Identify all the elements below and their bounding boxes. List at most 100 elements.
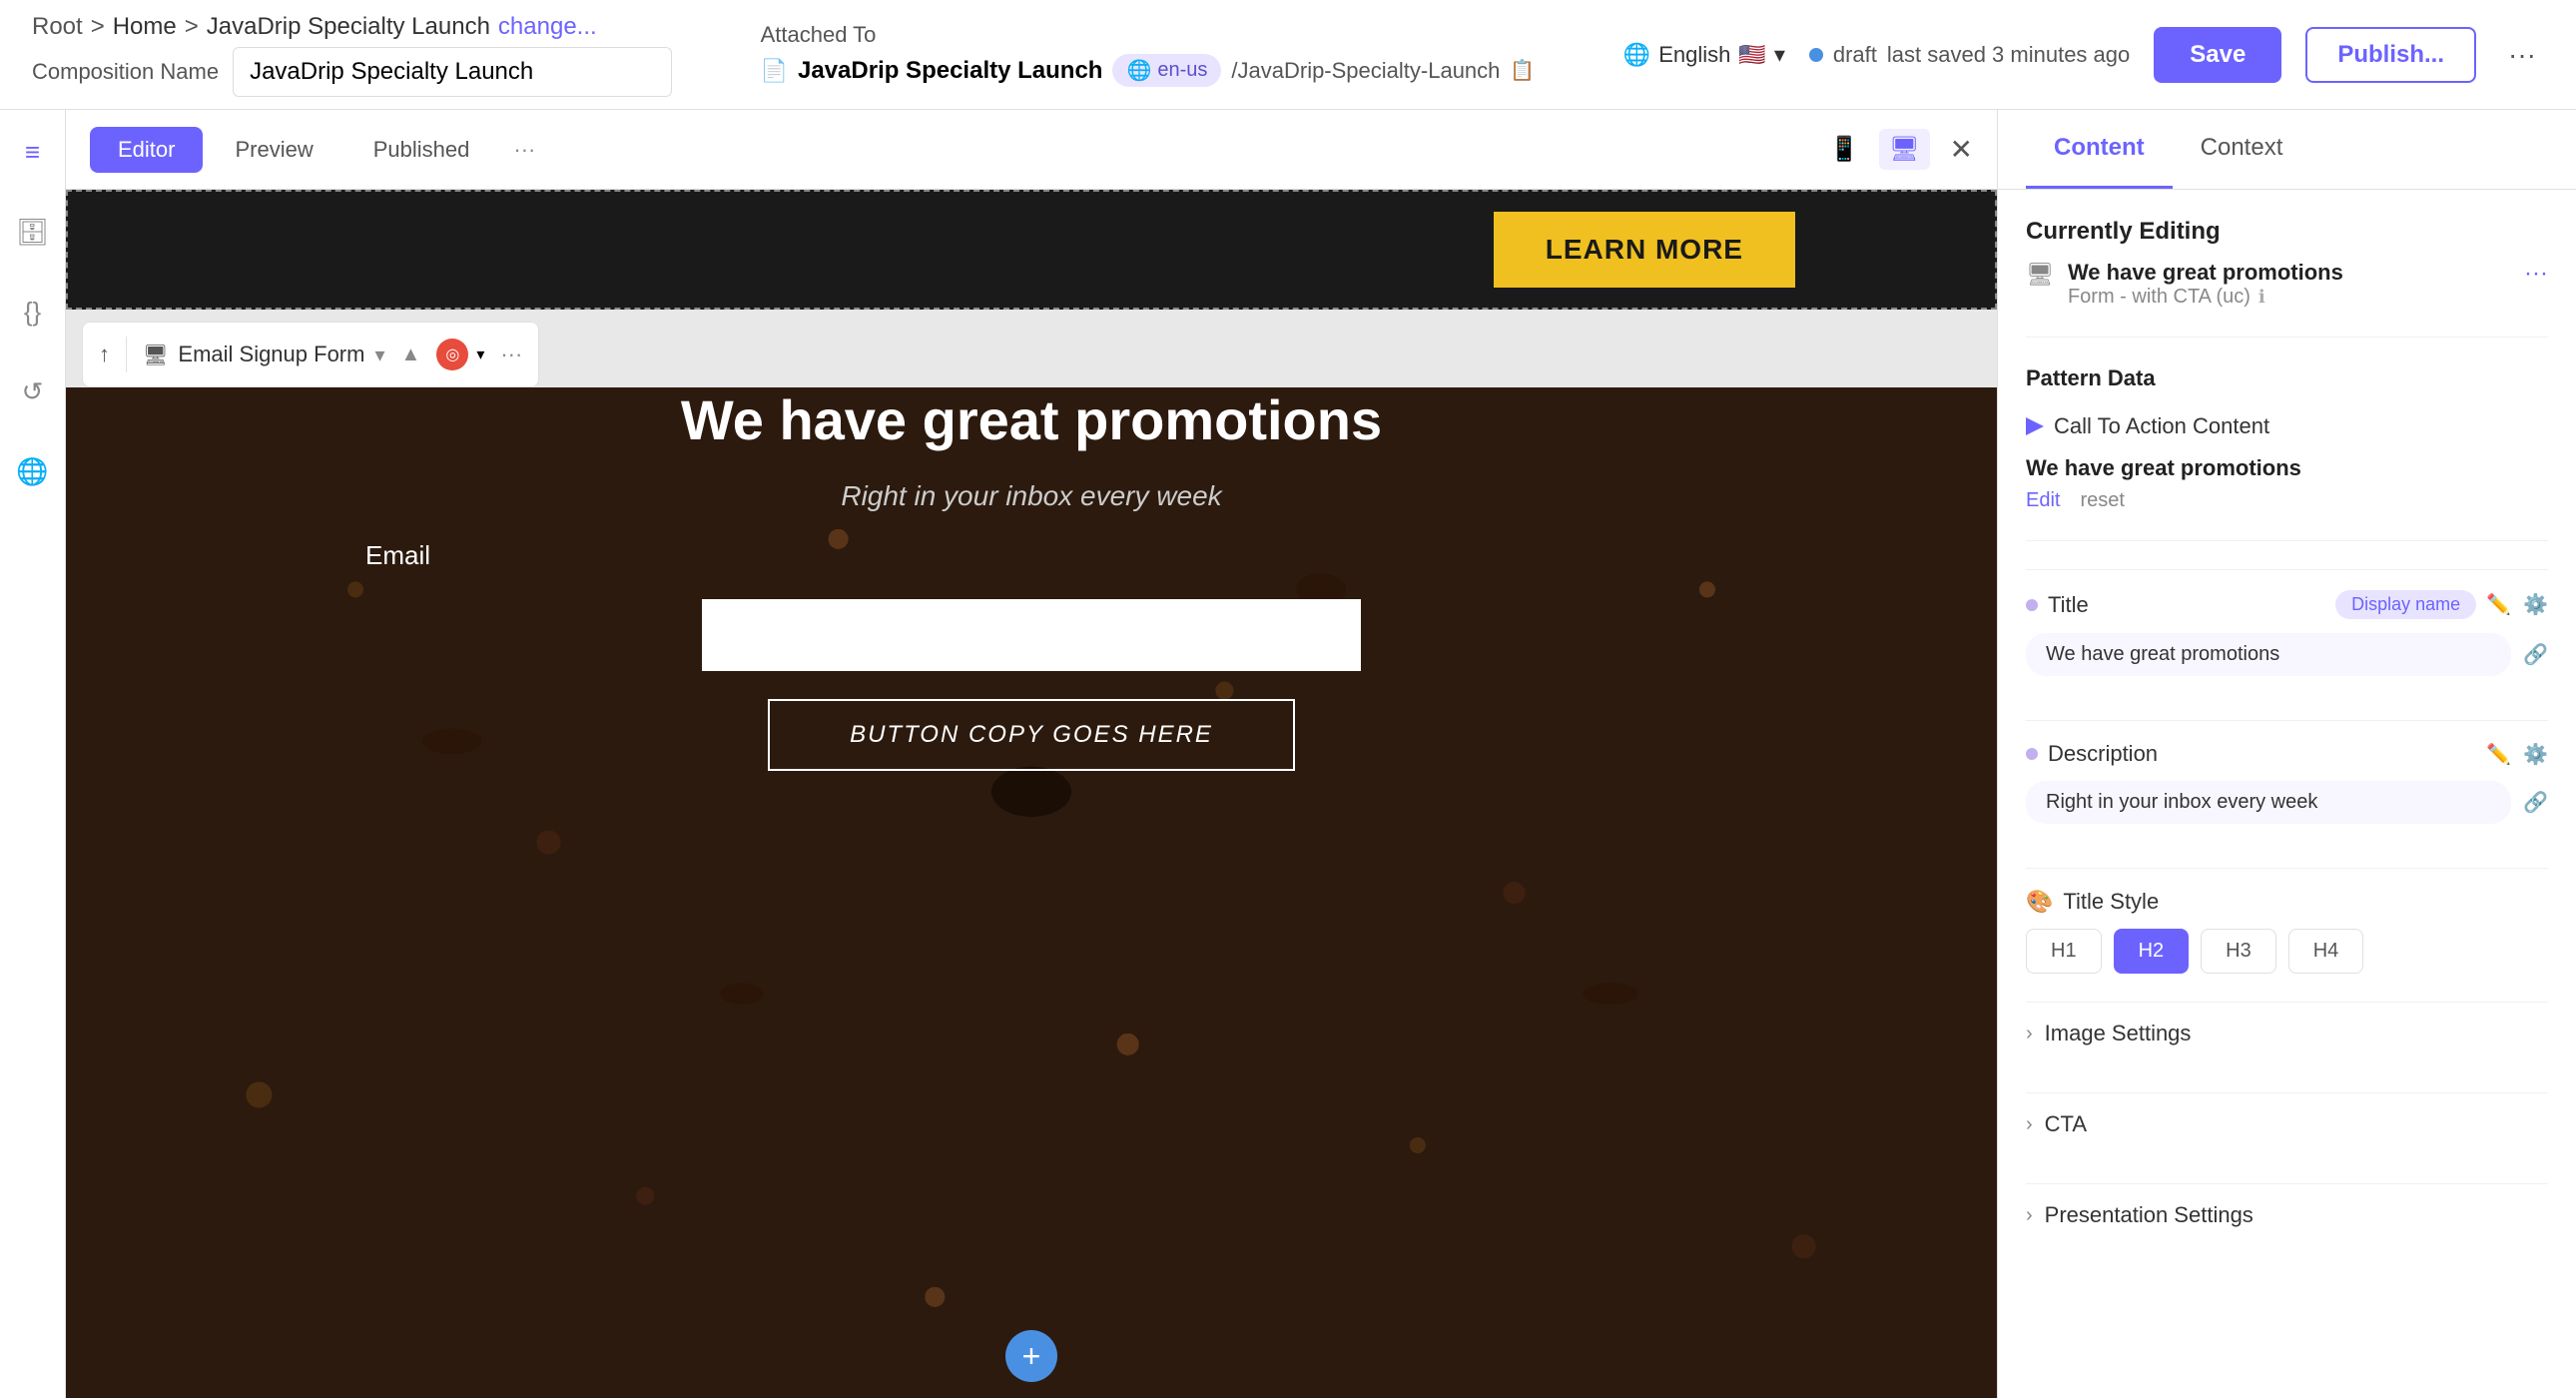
presentation-label: Presentation Settings — [2045, 1202, 2548, 1228]
title-field-dot — [2026, 599, 2038, 611]
title-value-tag[interactable]: We have great promotions — [2026, 633, 2511, 676]
info-icon[interactable]: ℹ — [2258, 287, 2265, 308]
copy-icon[interactable]: 📋 — [1510, 58, 1535, 83]
attached-doc-icon: 📄 — [761, 58, 788, 84]
learn-more-button[interactable]: LEARN MORE — [1494, 212, 1795, 288]
presentation-settings-expand[interactable]: › Presentation Settings — [2026, 1183, 2548, 1246]
cta-label: CTA — [2045, 1111, 2548, 1137]
attached-to-label: Attached To — [761, 22, 1536, 48]
h4-button[interactable]: H4 — [2288, 929, 2364, 974]
arrow-up-icon[interactable]: ▲ — [401, 344, 421, 366]
top-bar: Root > Home > JavaDrip Specialty Launch … — [0, 0, 2576, 110]
h3-button[interactable]: H3 — [2201, 929, 2276, 974]
currently-editing-title: Currently Editing — [2026, 218, 2548, 246]
sidebar-item-data[interactable]: 🗄 — [11, 210, 55, 254]
sidebar-item-globe[interactable]: 🌐 — [11, 449, 55, 493]
sidebar-item-layers[interactable]: ≡ — [11, 130, 55, 174]
lang-selector[interactable]: 🌐 English 🇺🇸 ▾ — [1623, 42, 1785, 68]
component-dropdown-icon[interactable]: ▾ — [374, 343, 384, 367]
editing-item-more-button[interactable]: ··· — [2524, 260, 2548, 288]
editing-item-name: We have great promotions — [2068, 260, 2510, 286]
mobile-device-icon[interactable]: 📱 — [1829, 135, 1859, 164]
database-icon: 🗄 — [16, 217, 49, 248]
pattern-value: We have great promotions — [2026, 455, 2548, 481]
breadcrumb-sep2: > — [185, 13, 199, 41]
tab-published[interactable]: Published — [345, 127, 498, 173]
tab-content[interactable]: Content — [2026, 110, 2173, 189]
more-options-button[interactable]: ··· — [2500, 31, 2544, 79]
sidebar-item-code[interactable]: {} — [11, 290, 55, 334]
layers-icon: ≡ — [25, 137, 40, 168]
pattern-reset-button[interactable]: reset — [2080, 489, 2124, 512]
tab-editor[interactable]: Editor — [90, 127, 203, 173]
history-icon: ↺ — [22, 376, 44, 407]
desc-field-actions: ✏️ ⚙️ — [2486, 742, 2548, 767]
left-sidebar: ≡ 🗄 {} ↺ 🌐 — [0, 110, 66, 1398]
tab-context[interactable]: Context — [2173, 110, 2311, 189]
breadcrumb-home[interactable]: Home — [113, 13, 177, 41]
save-button[interactable]: Save — [2154, 27, 2281, 83]
target-icon[interactable]: ◎ — [436, 339, 468, 370]
pattern-data-header: Pattern Data — [2026, 365, 2548, 391]
h2-button[interactable]: H2 — [2114, 929, 2190, 974]
editor-area: Editor Preview Published ··· 📱 🖥 ✕ LEARN… — [66, 110, 1997, 1398]
currently-editing-section: Currently Editing 🖥 We have great promot… — [2026, 218, 2548, 309]
image-settings-expand[interactable]: › Image Settings — [2026, 1002, 2548, 1064]
pattern-edit-button[interactable]: Edit — [2026, 489, 2060, 512]
desc-edit-icon[interactable]: ✏️ — [2486, 742, 2511, 767]
title-link-icon[interactable]: 🔗 — [2523, 642, 2548, 667]
learn-more-section: LEARN MORE — [66, 190, 1997, 310]
sidebar-item-history[interactable]: ↺ — [11, 369, 55, 413]
desc-value-tag[interactable]: Right in your inbox every week — [2026, 781, 2511, 824]
top-bar-left: Root > Home > JavaDrip Specialty Launch … — [32, 13, 672, 97]
form-submit-button[interactable]: BUTTON COPY GOES HERE — [768, 699, 1295, 771]
locale-badge[interactable]: 🌐 en-us — [1112, 54, 1221, 87]
component-more-button[interactable]: ··· — [500, 342, 522, 367]
globe-icon: 🌐 — [16, 456, 48, 487]
lang-globe-icon: 🌐 — [1623, 42, 1650, 68]
description-field-section: Description ✏️ ⚙️ Right in your inbox ev… — [2026, 720, 2548, 840]
desc-settings-icon[interactable]: ⚙️ — [2523, 742, 2548, 767]
editing-item-icon: 🖥 — [2026, 262, 2054, 288]
desc-value-row: Right in your inbox every week 🔗 — [2026, 781, 2548, 824]
form-subtitle: Right in your inbox every week — [841, 480, 1221, 512]
component-type-label: Email Signup Form — [178, 342, 364, 367]
cta-chevron: › — [2026, 1113, 2033, 1136]
form-content: We have great promotions Right in your i… — [66, 387, 1997, 771]
comp-name-input[interactable] — [233, 47, 672, 97]
desc-link-icon[interactable]: 🔗 — [2523, 790, 2548, 815]
add-section-button[interactable]: + — [1005, 1330, 1057, 1382]
lang-label: English — [1658, 42, 1730, 68]
title-edit-icon[interactable]: ✏️ — [2486, 592, 2511, 617]
close-editor-button[interactable]: ✕ — [1950, 133, 1973, 166]
editing-item: 🖥 We have great promotions Form - with C… — [2026, 260, 2548, 309]
draft-dot — [1809, 48, 1823, 62]
editor-tabs: Editor Preview Published ··· — [90, 127, 547, 173]
editing-type-label: Form - with CTA (uc) — [2068, 286, 2251, 309]
cta-expand[interactable]: › CTA — [2026, 1092, 2548, 1155]
tab-preview[interactable]: Preview — [207, 127, 340, 173]
title-field-row: Title Display name ✏️ ⚙️ — [2026, 590, 2548, 619]
h1-button[interactable]: H1 — [2026, 929, 2102, 974]
main-area: ≡ 🗄 {} ↺ 🌐 Editor Preview Published ··· … — [0, 110, 2576, 1398]
breadcrumb-sep1: > — [91, 13, 105, 41]
title-settings-icon[interactable]: ⚙️ — [2523, 592, 2548, 617]
image-settings-chevron: › — [2026, 1023, 2033, 1046]
breadcrumb-change[interactable]: change... — [498, 13, 597, 41]
attached-name: JavaDrip Specialty Launch — [798, 57, 1102, 85]
pattern-item[interactable]: Call To Action Content — [2026, 405, 2548, 447]
tab-more-button[interactable]: ··· — [501, 129, 547, 171]
publish-button[interactable]: Publish... — [2305, 27, 2476, 83]
right-panel-content: Currently Editing 🖥 We have great promot… — [1998, 190, 2576, 1274]
desc-field-dot — [2026, 748, 2038, 760]
title-style-section: 🎨 Title Style H1 H2 H3 H4 — [2026, 868, 2548, 974]
email-input[interactable] — [702, 599, 1361, 671]
component-back-icon[interactable]: ↑ — [99, 342, 110, 367]
locale-globe-icon: 🌐 — [1126, 58, 1151, 83]
breadcrumb-root[interactable]: Root — [32, 13, 83, 41]
desktop-device-icon[interactable]: 🖥 — [1879, 129, 1929, 170]
title-field-section: Title Display name ✏️ ⚙️ We have great p… — [2026, 569, 2548, 692]
component-arrows[interactable]: ▲ — [401, 344, 421, 366]
breadcrumb-page[interactable]: JavaDrip Specialty Launch — [207, 13, 490, 41]
target-dropdown-icon[interactable]: ▾ — [476, 345, 484, 364]
